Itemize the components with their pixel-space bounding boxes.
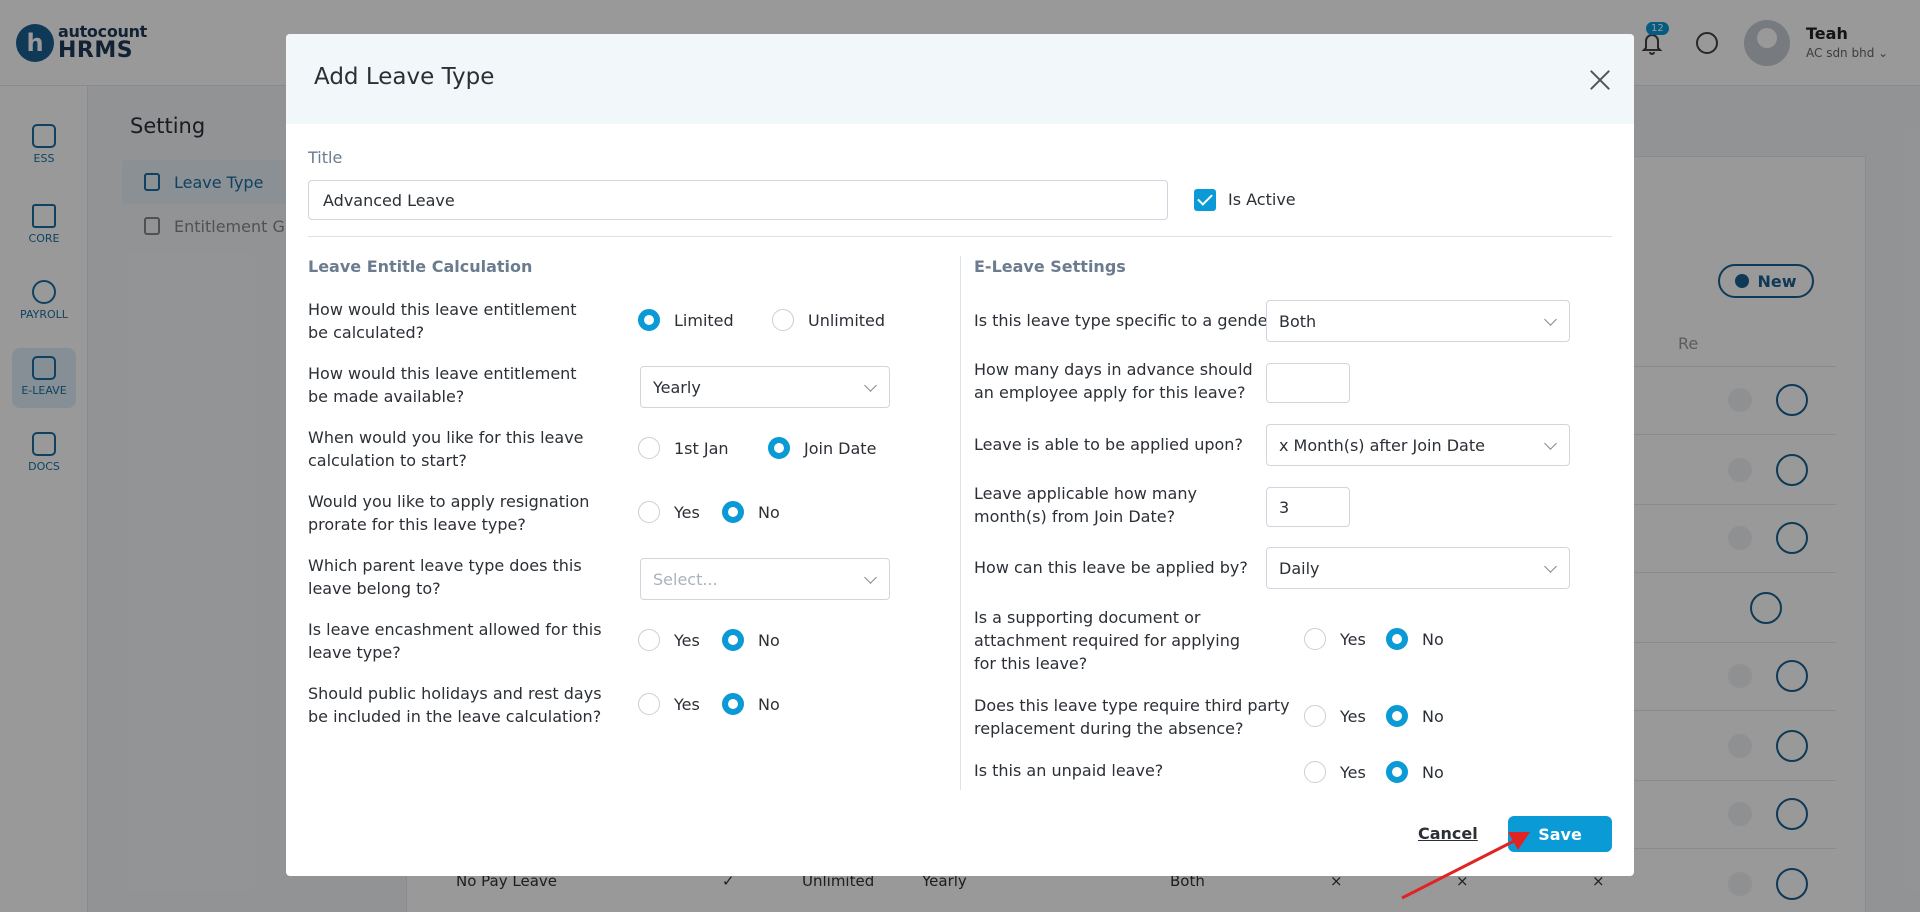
radio-dot bbox=[1304, 705, 1326, 727]
radio-dot bbox=[638, 693, 660, 715]
radio-holidays-no[interactable]: No bbox=[722, 693, 780, 715]
radio-dot bbox=[638, 501, 660, 523]
question-supporting-document: Is a supporting document or attachment r… bbox=[974, 608, 1241, 673]
radio-dot bbox=[638, 437, 660, 459]
question-months-from-join: Leave applicable how many month(s) from … bbox=[974, 484, 1197, 526]
close-icon[interactable] bbox=[1588, 68, 1612, 92]
radio-dot bbox=[1386, 761, 1408, 783]
is-active-checkbox[interactable] bbox=[1194, 189, 1216, 211]
radio-unpaid-yes[interactable]: Yes bbox=[1304, 761, 1366, 783]
days-advance-input[interactable] bbox=[1266, 363, 1350, 403]
question-made-available: How would this leave entitlement be made… bbox=[308, 364, 577, 406]
right-section-title: E-Leave Settings bbox=[974, 257, 1126, 276]
left-section-title: Leave Entitle Calculation bbox=[308, 257, 533, 276]
radio-dot bbox=[1304, 761, 1326, 783]
modal-title: Add Leave Type bbox=[314, 64, 495, 90]
radio-1st-jan[interactable]: 1st Jan bbox=[638, 437, 729, 459]
question-applied-by: How can this leave be applied by? bbox=[974, 558, 1248, 577]
modal-header: Add Leave Type bbox=[286, 34, 1634, 124]
radio-dot bbox=[638, 629, 660, 651]
title-label: Title bbox=[308, 148, 343, 167]
radio-dot bbox=[768, 437, 790, 459]
save-button[interactable]: Save bbox=[1508, 816, 1612, 852]
radio-prorate-yes[interactable]: Yes bbox=[638, 501, 700, 523]
question-public-holidays: Should public holidays and rest days be … bbox=[308, 684, 602, 726]
radio-unlimited[interactable]: Unlimited bbox=[772, 309, 885, 331]
radio-limited[interactable]: Limited bbox=[638, 309, 734, 331]
question-calculated: How would this leave entitlement be calc… bbox=[308, 300, 577, 342]
radio-join-date[interactable]: Join Date bbox=[768, 437, 876, 459]
radio-document-no[interactable]: No bbox=[1386, 628, 1444, 650]
question-days-advance: How many days in advance should an emplo… bbox=[974, 360, 1253, 402]
cancel-button[interactable]: Cancel bbox=[1418, 824, 1478, 843]
radio-holidays-yes[interactable]: Yes bbox=[638, 693, 700, 715]
gender-select[interactable]: Both bbox=[1266, 300, 1570, 342]
radio-dot bbox=[722, 629, 744, 651]
radio-dot bbox=[772, 309, 794, 331]
radio-dot bbox=[722, 693, 744, 715]
parent-leave-select[interactable]: Select... bbox=[640, 558, 890, 600]
radio-unpaid-no[interactable]: No bbox=[1386, 761, 1444, 783]
applied-by-select[interactable]: Daily bbox=[1266, 547, 1570, 589]
radio-dot bbox=[1304, 628, 1326, 650]
chevron-down-icon bbox=[1544, 437, 1557, 450]
question-third-party: Does this leave type require third party… bbox=[974, 696, 1290, 738]
column-divider bbox=[960, 256, 961, 790]
radio-dot bbox=[722, 501, 744, 523]
question-applied-upon: Leave is able to be applied upon? bbox=[974, 435, 1243, 454]
radio-encashment-yes[interactable]: Yes bbox=[638, 629, 700, 651]
availability-select[interactable]: Yearly bbox=[640, 366, 890, 408]
applied-upon-select[interactable]: x Month(s) after Join Date bbox=[1266, 424, 1570, 466]
question-parent-leave: Which parent leave type does this leave … bbox=[308, 556, 582, 598]
divider bbox=[308, 236, 1612, 237]
radio-dot bbox=[638, 309, 660, 331]
question-encashment: Is leave encashment allowed for this lea… bbox=[308, 620, 602, 662]
question-gender: Is this leave type specific to a gender? bbox=[974, 311, 1283, 330]
question-unpaid: Is this an unpaid leave? bbox=[974, 761, 1164, 780]
radio-prorate-no[interactable]: No bbox=[722, 501, 780, 523]
is-active-label: Is Active bbox=[1228, 190, 1296, 209]
chevron-down-icon bbox=[1544, 560, 1557, 573]
months-input[interactable]: 3 bbox=[1266, 487, 1350, 527]
radio-dot bbox=[1386, 628, 1408, 650]
radio-encashment-no[interactable]: No bbox=[722, 629, 780, 651]
radio-dot bbox=[1386, 705, 1408, 727]
question-resignation-prorate: Would you like to apply resignation pror… bbox=[308, 492, 590, 534]
chevron-down-icon bbox=[1544, 313, 1557, 326]
chevron-down-icon bbox=[864, 571, 877, 584]
radio-document-yes[interactable]: Yes bbox=[1304, 628, 1366, 650]
add-leave-type-modal: Add Leave Type Title Advanced Leave Is A… bbox=[286, 34, 1634, 876]
radio-third-party-no[interactable]: No bbox=[1386, 705, 1444, 727]
chevron-down-icon bbox=[864, 379, 877, 392]
radio-third-party-yes[interactable]: Yes bbox=[1304, 705, 1366, 727]
question-calc-start: When would you like for this leave calcu… bbox=[308, 428, 584, 470]
title-input[interactable]: Advanced Leave bbox=[308, 180, 1168, 220]
